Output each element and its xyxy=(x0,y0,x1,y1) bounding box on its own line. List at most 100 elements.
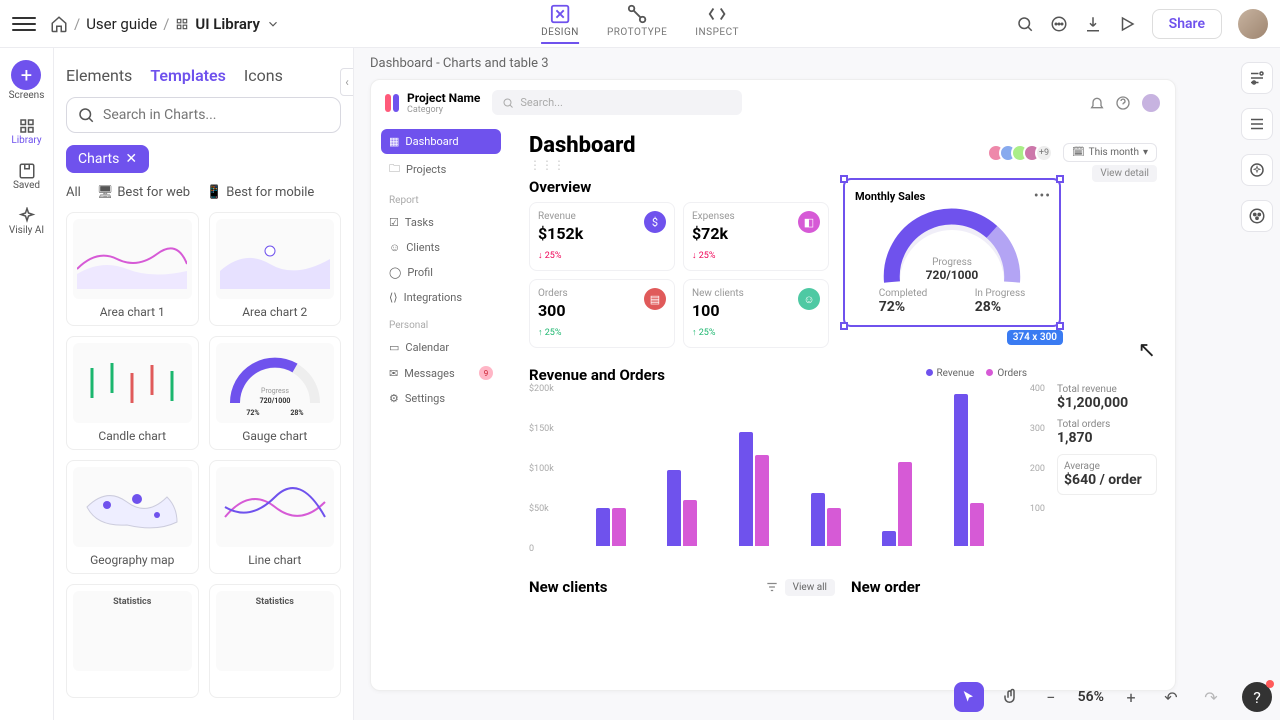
tab-icons[interactable]: Icons xyxy=(244,66,283,85)
mode-design[interactable]: DESIGN xyxy=(541,3,579,44)
sidebar-integrations[interactable]: ⟨⟩ Integrations xyxy=(381,285,501,310)
sidebar-messages[interactable]: ✉ Messages9 xyxy=(381,360,501,386)
library-search-input[interactable] xyxy=(103,107,330,123)
filter-chip-charts[interactable]: Charts ✕ xyxy=(66,145,149,173)
kpi-orders[interactable]: ▤Orders300↑ 25% xyxy=(529,279,675,348)
dashboard-search[interactable]: Search... xyxy=(492,90,742,115)
sparkle-icon xyxy=(18,207,36,225)
design-frame[interactable]: Project Name Category Search... ▦ Dashbo… xyxy=(370,79,1176,691)
zoom-out-button[interactable]: − xyxy=(1038,684,1064,710)
sidebar-tasks[interactable]: ☑ Tasks xyxy=(381,210,501,235)
breadcrumb-current[interactable]: UI Library xyxy=(195,15,260,33)
undo-button[interactable]: ↶ xyxy=(1158,684,1184,710)
download-icon[interactable] xyxy=(1084,15,1102,33)
bell-icon[interactable] xyxy=(1089,95,1105,111)
project-category: Category xyxy=(407,105,480,115)
library-icon xyxy=(18,117,36,135)
selection-size-badge: 374 x 300 xyxy=(1007,330,1063,345)
page-title: Dashboard xyxy=(529,133,636,158)
messages-badge: 9 xyxy=(479,366,493,380)
filter-mobile[interactable]: 📱 Best for mobile xyxy=(206,185,314,200)
filter-web[interactable]: 🖥 Best for web xyxy=(97,185,190,200)
template-statistics-2[interactable]: Statistics xyxy=(209,584,342,698)
kpi-new-clients[interactable]: ☺New clients100↑ 25% xyxy=(683,279,829,348)
saved-icon xyxy=(18,162,36,180)
kpi-revenue[interactable]: $Revenue$152k↓ 25% xyxy=(529,202,675,271)
svg-text:72%: 72% xyxy=(246,409,259,417)
filter-all[interactable]: All xyxy=(66,185,81,200)
project-name: Project Name xyxy=(407,91,480,105)
sidebar-profil[interactable]: ◯ Profil xyxy=(381,260,501,285)
search-icon[interactable] xyxy=(1016,15,1034,33)
rail-library[interactable]: Library xyxy=(11,117,41,146)
redo-button[interactable]: ↷ xyxy=(1198,684,1224,710)
svg-text:Progress: Progress xyxy=(261,387,289,395)
project-logo-icon xyxy=(385,94,399,112)
breadcrumb: / User guide / UI Library xyxy=(50,15,280,33)
new-clients-heading: New clients xyxy=(529,578,607,596)
cart-icon: ▤ xyxy=(644,288,666,310)
template-line-chart[interactable]: Line chart xyxy=(209,460,342,574)
gauge-title: Monthly Sales xyxy=(855,190,1049,203)
layers-panel-button[interactable] xyxy=(1241,108,1273,140)
chevron-down-icon[interactable] xyxy=(266,17,280,31)
template-area-chart-2[interactable]: Area chart 2 xyxy=(209,212,342,326)
tab-templates[interactable]: Templates xyxy=(150,66,226,85)
sidebar-projects[interactable]: 🗀 Projects xyxy=(381,154,501,185)
properties-panel-button[interactable] xyxy=(1241,62,1273,94)
chart-legend: Revenue Orders xyxy=(926,368,1028,379)
kpi-expenses[interactable]: ◧Expenses$72k↓ 25% xyxy=(683,202,829,271)
sidebar-dashboard[interactable]: ▦ Dashboard xyxy=(381,129,501,154)
user-avatar[interactable] xyxy=(1238,9,1268,39)
frame-title[interactable]: Dashboard - Charts and table 3 xyxy=(354,48,1234,79)
add-screen-button[interactable]: +Screens xyxy=(9,60,45,101)
help-fab[interactable]: ? xyxy=(1242,682,1272,712)
search-icon xyxy=(502,97,514,109)
template-geography-map[interactable]: Geography map xyxy=(66,460,199,574)
collapse-panel[interactable]: ‹ xyxy=(340,68,354,96)
zoom-in-button[interactable]: + xyxy=(1118,684,1144,710)
breadcrumb-item[interactable]: User guide xyxy=(86,15,157,33)
template-candle-chart[interactable]: Candle chart xyxy=(66,336,199,450)
close-icon[interactable]: ✕ xyxy=(125,151,137,167)
zoom-level[interactable]: 56% xyxy=(1078,689,1104,705)
styles-panel-button[interactable] xyxy=(1241,200,1273,232)
project-header: Project Name Category xyxy=(385,91,480,115)
pointer-tool[interactable] xyxy=(954,682,984,712)
period-selector[interactable]: 🗓 This month ▾ xyxy=(1063,143,1157,162)
template-gauge-chart[interactable]: Progress720/100072%28%Gauge chart xyxy=(209,336,342,450)
tab-elements[interactable]: Elements xyxy=(66,66,132,85)
mode-prototype[interactable]: PROTOTYPE xyxy=(607,3,667,44)
template-area-chart-1[interactable]: Area chart 1 xyxy=(66,212,199,326)
new-orders-heading: New order xyxy=(851,578,920,596)
revenue-orders-chart[interactable]: $200k $150k $100k $50k 0 400 300 200 100 xyxy=(529,384,1045,564)
hand-tool[interactable] xyxy=(998,684,1024,710)
card-menu-button[interactable]: ••• xyxy=(1034,188,1051,204)
help-icon[interactable] xyxy=(1115,95,1131,111)
library-search[interactable] xyxy=(66,97,341,133)
sidebar-calendar[interactable]: ▭ Calendar xyxy=(381,335,501,360)
filter-icon[interactable] xyxy=(765,580,779,594)
rail-saved[interactable]: Saved xyxy=(13,162,40,191)
share-button[interactable]: Share xyxy=(1152,9,1222,39)
template-statistics-1[interactable]: Statistics xyxy=(66,584,199,698)
svg-text:28%: 28% xyxy=(290,409,303,417)
menu-toggle[interactable] xyxy=(12,12,36,36)
components-panel-button[interactable] xyxy=(1241,154,1273,186)
sidebar-clients[interactable]: ☺ Clients xyxy=(381,235,501,260)
gauge-card-selected[interactable]: Monthly Sales ••• Progress720/1000 Compl… xyxy=(843,178,1061,327)
comments-icon[interactable] xyxy=(1050,15,1068,33)
home-icon[interactable] xyxy=(50,15,68,33)
sidebar-settings[interactable]: ⚙ Settings xyxy=(381,386,501,411)
play-icon[interactable] xyxy=(1118,15,1136,33)
mode-inspect[interactable]: INSPECT xyxy=(695,3,739,44)
wallet-icon: ◧ xyxy=(798,211,820,233)
rail-ai[interactable]: Visily AI xyxy=(9,207,44,236)
collaborator-avatars[interactable]: +9 xyxy=(993,144,1053,162)
sidebar-section-personal: Personal xyxy=(389,320,501,331)
svg-text:720/1000: 720/1000 xyxy=(259,397,290,405)
view-detail-button[interactable]: View detail xyxy=(1092,165,1157,182)
user-avatar[interactable] xyxy=(1141,93,1161,113)
drag-handle-icon[interactable]: ⋮⋮⋮ xyxy=(529,158,636,172)
view-all-button[interactable]: View all xyxy=(785,579,835,596)
